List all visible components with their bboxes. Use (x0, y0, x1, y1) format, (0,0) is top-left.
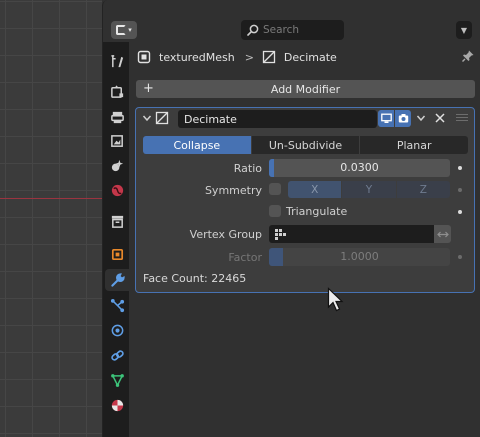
arrows-left-right-icon (436, 231, 449, 237)
breadcrumb-object: texturedMesh (159, 50, 235, 64)
tab-scene[interactable] (105, 154, 129, 176)
factor-value: 1.0000 (340, 250, 379, 263)
breadcrumb: texturedMesh > Decimate (135, 46, 475, 68)
add-modifier-button[interactable]: + Add Modifier (136, 80, 475, 98)
tab-data[interactable] (105, 369, 129, 391)
factor-slider[interactable]: 1.0000 (269, 248, 450, 266)
ratio-label: Ratio (233, 162, 262, 175)
tab-modifiers[interactable] (105, 269, 129, 291)
editor-type-button[interactable]: ▾ (111, 21, 137, 39)
mesh-object-icon (137, 50, 151, 64)
tab-physics[interactable] (105, 319, 129, 341)
symmetry-checkbox[interactable] (269, 183, 281, 195)
plus-icon: + (143, 81, 154, 96)
object-icon (111, 248, 123, 260)
tab-tool[interactable] (105, 50, 129, 72)
properties-header: ▾ ▼ (103, 0, 480, 42)
vertex-group-icon (275, 229, 286, 240)
show-in-render-toggle[interactable] (395, 110, 411, 127)
tab-view-layer[interactable] (105, 130, 129, 152)
chevron-down-icon[interactable] (142, 113, 152, 123)
properties-tabs (103, 42, 129, 437)
animate-property-dot[interactable] (458, 255, 462, 259)
output-icon (110, 111, 124, 123)
physics-icon (111, 324, 123, 336)
camera-icon (398, 114, 408, 123)
animate-property-dot[interactable] (458, 166, 462, 170)
search-field[interactable] (241, 20, 344, 40)
triangulate-label: Triangulate (286, 205, 348, 218)
breadcrumb-separator: > (244, 50, 254, 64)
vertex-group-field[interactable] (269, 225, 434, 243)
x-axis-line (0, 198, 102, 199)
constraints-icon (110, 349, 124, 361)
properties-editor-icon (116, 25, 127, 35)
particles-icon (110, 298, 124, 312)
vertex-group-label: Vertex Group (189, 228, 262, 241)
tab-material[interactable] (105, 394, 129, 416)
tab-un-subdivide[interactable]: Un-Subdivide (251, 136, 360, 154)
search-input[interactable] (263, 24, 341, 36)
ratio-slider[interactable]: 0.0300 (269, 159, 450, 177)
mesh-data-icon (110, 373, 124, 387)
modifier-header (136, 108, 474, 130)
chevron-down-icon: ▾ (128, 26, 132, 34)
world-icon (111, 184, 123, 196)
invert-vertex-group-button[interactable] (434, 225, 451, 243)
wrench-icon (110, 272, 125, 287)
chevron-down-icon[interactable] (416, 112, 426, 124)
filter-dropdown-button[interactable]: ▼ (456, 21, 472, 39)
symmetry-axis-x[interactable]: X (288, 181, 342, 198)
factor-label: Factor (228, 251, 262, 264)
monitor-icon (380, 113, 392, 123)
decimate-mode-tabs: Collapse Un-Subdivide Planar (143, 136, 469, 154)
tab-constraints[interactable] (105, 344, 129, 366)
decimate-icon (155, 111, 169, 125)
chevron-down-icon: ▼ (460, 25, 468, 35)
properties-editor: ▾ ▼ (102, 0, 480, 437)
visibility-toggles (378, 110, 412, 127)
drag-handle[interactable] (456, 114, 468, 123)
tab-planar[interactable]: Planar (360, 136, 469, 154)
tab-collapse[interactable]: Collapse (143, 136, 251, 154)
mouse-cursor-icon (327, 287, 344, 312)
render-icon (110, 84, 123, 98)
breadcrumb-modifier: Decimate (283, 50, 337, 64)
symmetry-axis-z[interactable]: Z (396, 181, 450, 198)
add-modifier-label: Add Modifier (270, 82, 341, 96)
symmetry-axis-y[interactable]: Y (342, 181, 396, 198)
decimate-icon (262, 50, 276, 64)
animate-property-dot[interactable] (458, 210, 462, 214)
face-count-text: Face Count: 22465 (143, 272, 247, 285)
tab-render[interactable] (105, 80, 129, 102)
decimate-modifier-panel: Collapse Un-Subdivide Planar Ratio 0.030… (135, 107, 475, 293)
scene-icon (111, 159, 123, 171)
triangulate-checkbox[interactable] (269, 205, 281, 217)
ratio-value: 0.0300 (340, 161, 379, 174)
close-icon[interactable] (434, 112, 446, 124)
search-icon (247, 24, 259, 36)
tab-object[interactable] (105, 243, 129, 265)
animate-property-dot[interactable] (458, 188, 462, 192)
symmetry-axis-selector: X Y Z (288, 181, 450, 198)
tab-particles[interactable] (105, 294, 129, 316)
tool-icon (110, 54, 123, 67)
tab-output[interactable] (105, 106, 129, 128)
show-in-viewport-toggle[interactable] (378, 110, 394, 127)
pin-icon[interactable] (461, 49, 475, 63)
symmetry-label: Symmetry (204, 184, 262, 197)
tab-collection[interactable] (105, 210, 129, 232)
modifier-name-field[interactable] (178, 110, 377, 128)
material-icon (111, 399, 123, 411)
3d-viewport[interactable] (0, 0, 102, 437)
collection-icon (111, 215, 123, 228)
view-layer-icon (110, 134, 123, 147)
tab-world[interactable] (105, 179, 129, 201)
